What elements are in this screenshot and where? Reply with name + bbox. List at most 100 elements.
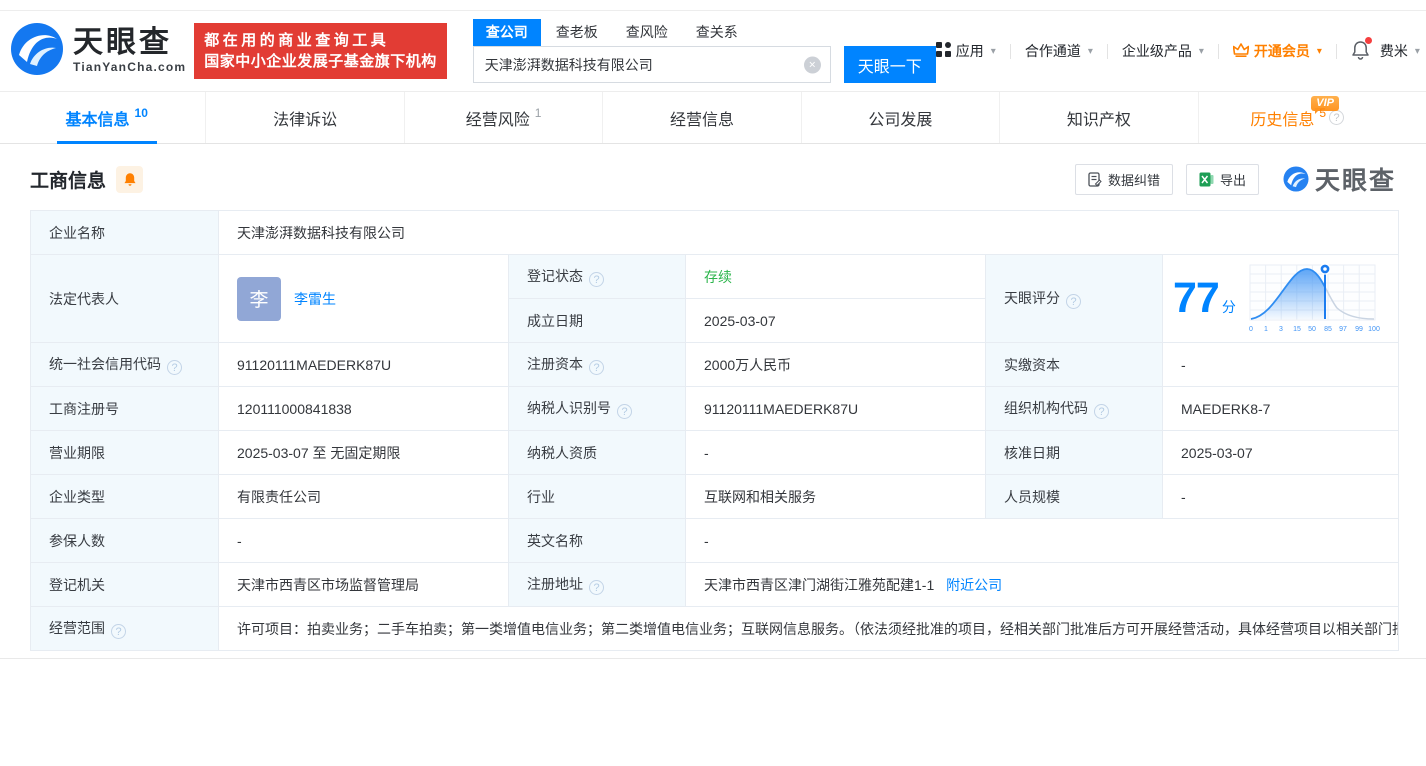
divider	[1010, 44, 1011, 59]
site-logo[interactable]: 天眼查 TianYanCha.com	[10, 22, 186, 81]
menu-enterprise[interactable]: 企业级产品 ▾	[1122, 41, 1204, 61]
credit-code-value: 91120111MAEDERK87U	[219, 343, 509, 387]
tab-label: 历史信息	[1250, 106, 1314, 130]
top-header: 天眼查 TianYanCha.com 都在用的商业查询工具 国家中小企业发展子基…	[0, 11, 1426, 91]
chevron-down-icon: ▾	[1088, 46, 1093, 57]
promo-line1: 都在用的商业查询工具	[204, 30, 437, 51]
notifications-bell[interactable]	[1351, 40, 1370, 63]
english-name-value: -	[686, 519, 1399, 563]
chart-tick: 97	[1339, 326, 1347, 333]
nearby-companies-link[interactable]: 附近公司	[946, 577, 1002, 593]
data-correction-label: 数据纠错	[1108, 170, 1160, 189]
search-tab-relation[interactable]: 查关系	[683, 19, 751, 46]
tab-history-info[interactable]: VIP 历史信息 5 ?	[1198, 92, 1396, 143]
field-label: 登记机关	[31, 563, 219, 607]
export-button[interactable]: 导出	[1186, 164, 1259, 195]
promo-line2: 国家中小企业发展子基金旗下机构	[204, 51, 437, 72]
question-icon[interactable]: ?	[589, 360, 604, 375]
field-label: 英文名称	[509, 519, 686, 563]
tab-legal-proceedings[interactable]: 法律诉讼	[205, 92, 403, 143]
menu-user[interactable]: 费米 ▾	[1380, 41, 1420, 61]
question-icon[interactable]: ?	[1329, 110, 1344, 125]
field-label: 天眼评分?	[986, 255, 1163, 343]
menu-enterprise-label: 企业级产品	[1122, 41, 1192, 61]
field-label: 企业类型	[31, 475, 219, 519]
reg-authority-value: 天津市西青区市场监督管理局	[219, 563, 509, 607]
field-label: 企业名称	[31, 211, 219, 255]
org-code-value: MAEDERK8-7	[1163, 387, 1399, 431]
tab-label: 法律诉讼	[273, 106, 337, 130]
divider	[1107, 44, 1108, 59]
field-label: 注册资本?	[509, 343, 686, 387]
search-tabs: 查公司 查老板 查风险 查关系	[473, 19, 936, 46]
reg-status-value: 存续	[686, 255, 986, 299]
crown-icon	[1233, 43, 1249, 60]
tab-label: 公司发展	[868, 106, 932, 130]
tab-label: 知识产权	[1067, 106, 1131, 130]
reg-capital-value: 2000万人民币	[686, 343, 986, 387]
menu-apps-label: 应用	[956, 41, 984, 61]
table-row: 企业类型 有限责任公司 行业 互联网和相关服务 人员规模 -	[31, 475, 1399, 519]
menu-partner[interactable]: 合作通道 ▾	[1025, 41, 1093, 61]
industry-value: 互联网和相关服务	[686, 475, 986, 519]
tab-basic-info[interactable]: 基本信息 10	[8, 92, 205, 143]
tab-count: 5	[1319, 106, 1326, 120]
field-label: 成立日期	[509, 299, 686, 343]
search-input[interactable]	[473, 46, 831, 83]
field-label: 统一社会信用代码?	[31, 343, 219, 387]
subscribe-bell-button[interactable]	[116, 166, 143, 193]
business-info-table: 企业名称 天津澎湃数据科技有限公司 法定代表人 李 李雷生 登记状态? 存续 天…	[30, 210, 1399, 651]
menu-partner-label: 合作通道	[1025, 41, 1081, 61]
table-row: 企业名称 天津澎湃数据科技有限公司	[31, 211, 1399, 255]
divider	[1218, 44, 1219, 59]
data-correction-button[interactable]: 数据纠错	[1075, 164, 1173, 195]
question-icon[interactable]: ?	[1094, 404, 1109, 419]
menu-vip[interactable]: 开通会员 ▾	[1233, 41, 1322, 61]
search-tab-boss[interactable]: 查老板	[543, 19, 611, 46]
section-title: 工商信息	[30, 166, 106, 193]
tab-label: 基本信息	[66, 106, 130, 130]
field-label: 纳税人资质	[509, 431, 686, 475]
score-cell: 77 分	[1163, 255, 1399, 343]
establish-date-value: 2025-03-07	[686, 299, 986, 343]
staff-size-value: -	[1163, 475, 1399, 519]
table-row: 统一社会信用代码? 91120111MAEDERK87U 注册资本? 2000万…	[31, 343, 1399, 387]
search-tab-risk[interactable]: 查风险	[613, 19, 681, 46]
avatar[interactable]: 李	[237, 277, 281, 321]
clear-search-icon[interactable]: ×	[804, 56, 821, 73]
legal-rep-link[interactable]: 李雷生	[294, 289, 336, 309]
tab-operation-risk[interactable]: 经营风险 1	[404, 92, 602, 143]
taxpayer-quality-value: -	[686, 431, 986, 475]
question-icon[interactable]: ?	[1066, 294, 1081, 309]
chevron-down-icon: ▾	[991, 46, 996, 57]
tab-company-development[interactable]: 公司发展	[801, 92, 999, 143]
field-label: 营业期限	[31, 431, 219, 475]
tab-intellectual-property[interactable]: 知识产权	[999, 92, 1197, 143]
score-distribution-chart: 0 1 3 15 50 85 97 99 100	[1246, 261, 1380, 337]
menu-apps[interactable]: 应用 ▾	[936, 41, 996, 61]
field-label: 组织机构代码?	[986, 387, 1163, 431]
company-nav-tabs: 基本信息 10 法律诉讼 经营风险 1 经营信息 公司发展 知识产权 VIP 历…	[0, 91, 1426, 144]
question-icon[interactable]: ?	[111, 624, 126, 639]
field-label: 人员规模	[986, 475, 1163, 519]
legal-rep-cell: 李 李雷生	[219, 255, 509, 343]
search-button[interactable]: 天眼一下	[844, 46, 936, 83]
table-row: 营业期限 2025-03-07 至 无固定期限 纳税人资质 - 核准日期 202…	[31, 431, 1399, 475]
question-icon[interactable]: ?	[589, 272, 604, 287]
question-icon[interactable]: ?	[589, 580, 604, 595]
field-label: 核准日期	[986, 431, 1163, 475]
chevron-down-icon: ▾	[1317, 46, 1322, 57]
chart-tick: 99	[1355, 326, 1363, 333]
search-tab-company[interactable]: 查公司	[473, 19, 541, 46]
question-icon[interactable]: ?	[167, 360, 182, 375]
question-icon[interactable]: ?	[617, 404, 632, 419]
menu-vip-label: 开通会员	[1254, 41, 1310, 61]
score-unit: 分	[1222, 297, 1236, 317]
tab-business-info[interactable]: 经营信息	[602, 92, 800, 143]
field-label: 登记状态?	[509, 255, 686, 299]
field-label: 行业	[509, 475, 686, 519]
username: 费米	[1380, 41, 1408, 61]
company-type-value: 有限责任公司	[219, 475, 509, 519]
tianyancha-watermark: 天眼查	[1283, 161, 1396, 197]
search-box: 查公司 查老板 查风险 查关系 × 天眼一下	[473, 19, 936, 83]
